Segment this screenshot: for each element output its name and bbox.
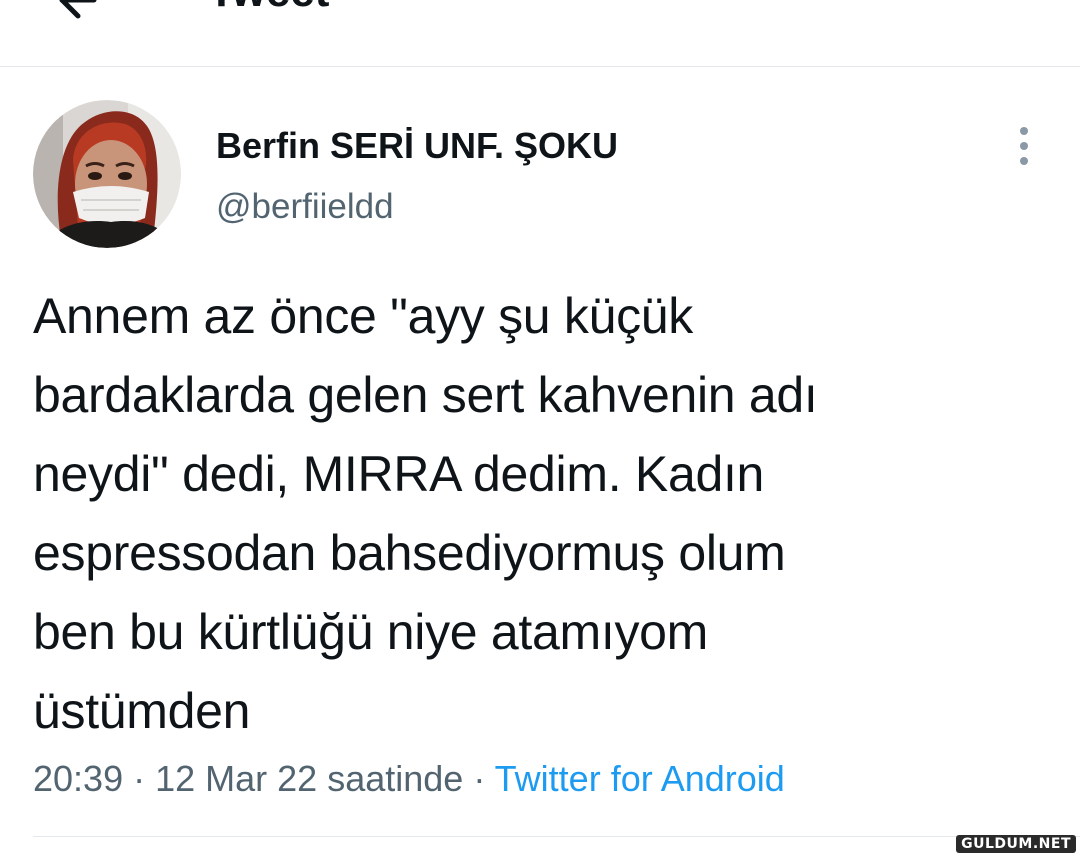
tweet-time[interactable]: 20:39 [33, 758, 123, 799]
tweet-text-line: ben bu kürtlüğü niye atamıyom [33, 604, 709, 660]
top-bar: Tweet [0, 0, 1080, 67]
more-vertical-icon [1020, 127, 1028, 165]
tweet-text-line: neydi" dedi, MIRRA dedim. Kadın [33, 446, 765, 502]
arrow-left-icon [59, 0, 97, 19]
tweet-text-line: espressodan bahsediyormuş olum [33, 525, 786, 581]
avatar[interactable] [33, 100, 181, 248]
meta-separator: · [133, 758, 156, 799]
tweet-date[interactable]: 12 Mar 22 saatinde [155, 758, 463, 799]
tweet-text-line: üstümden [33, 683, 251, 739]
tweet-text-line: bardaklarda gelen sert kahvenin adı [33, 367, 818, 423]
divider [33, 836, 1080, 837]
watermark: GULDUM.NET [956, 835, 1076, 853]
tweet-detail-page: Tweet [0, 0, 1080, 857]
author-display-name[interactable]: Berfin SERİ UNF. ŞOKU [216, 124, 618, 168]
profile-photo [33, 100, 181, 248]
tweet-text-line: Annem az önce "ayy şu küçük [33, 288, 693, 344]
tweet-meta: 20:39 · 12 Mar 22 saatinde · Twitter for… [33, 756, 785, 802]
more-options-button[interactable] [1004, 124, 1044, 168]
page-title: Tweet [208, 0, 329, 14]
tweet-source-link[interactable]: Twitter for Android [495, 758, 785, 799]
back-button[interactable] [44, 0, 104, 30]
author-handle[interactable]: @berfiieldd [216, 186, 394, 228]
tweet-text: Annem az önce "ayy şu küçük bardaklarda … [33, 277, 1043, 751]
meta-separator: · [473, 758, 495, 799]
